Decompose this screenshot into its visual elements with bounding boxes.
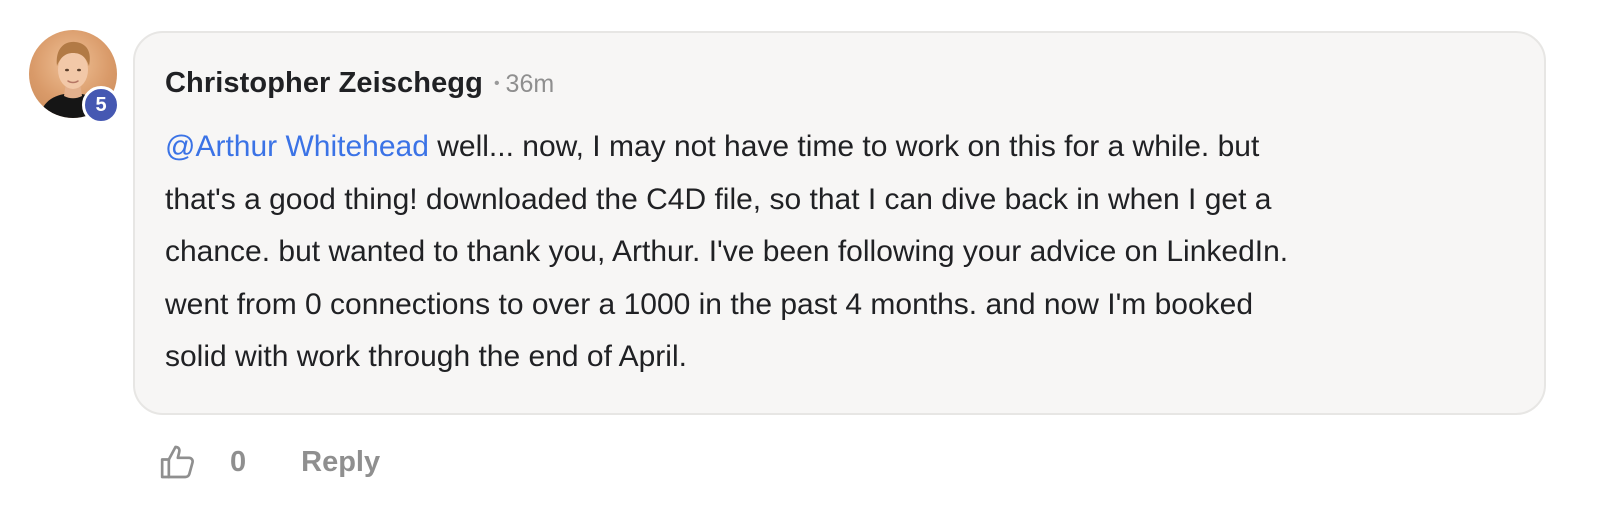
author-name[interactable]: Christopher Zeischegg: [165, 67, 483, 100]
comment-line: went from 0 connections to over a 1000 i…: [165, 287, 1254, 321]
like-button[interactable]: [158, 442, 198, 482]
comment-line: that's a good thing! downloaded the C4D …: [165, 182, 1272, 216]
comment-line: @Arthur Whitehead well... now, I may not…: [165, 121, 1505, 174]
comment: 5 Christopher Zeischegg • 36m @Arthur Wh…: [0, 0, 1613, 516]
avatar-container: 5: [29, 30, 120, 124]
comment-line: solid with work through the end of April…: [165, 340, 687, 373]
reply-button[interactable]: Reply: [301, 446, 380, 479]
thumbs-up-icon: [160, 445, 194, 479]
comment-actions: 0 Reply: [158, 440, 380, 484]
comment-line: chance. but wanted to thank you, Arthur.…: [165, 235, 1289, 268]
level-badge: 5: [82, 86, 120, 124]
mention-link[interactable]: @Arthur Whitehead: [165, 130, 429, 163]
comment-body: @Arthur Whitehead well... now, I may not…: [165, 121, 1505, 384]
comment-text: well... now, I may not have time to work…: [428, 130, 1260, 163]
comment-bubble: Christopher Zeischegg • 36m @Arthur Whit…: [133, 31, 1546, 415]
comment-header: Christopher Zeischegg • 36m: [165, 67, 554, 105]
meta-separator: •: [493, 75, 500, 92]
like-count: 0: [230, 445, 247, 478]
timestamp[interactable]: 36m: [506, 70, 555, 99]
